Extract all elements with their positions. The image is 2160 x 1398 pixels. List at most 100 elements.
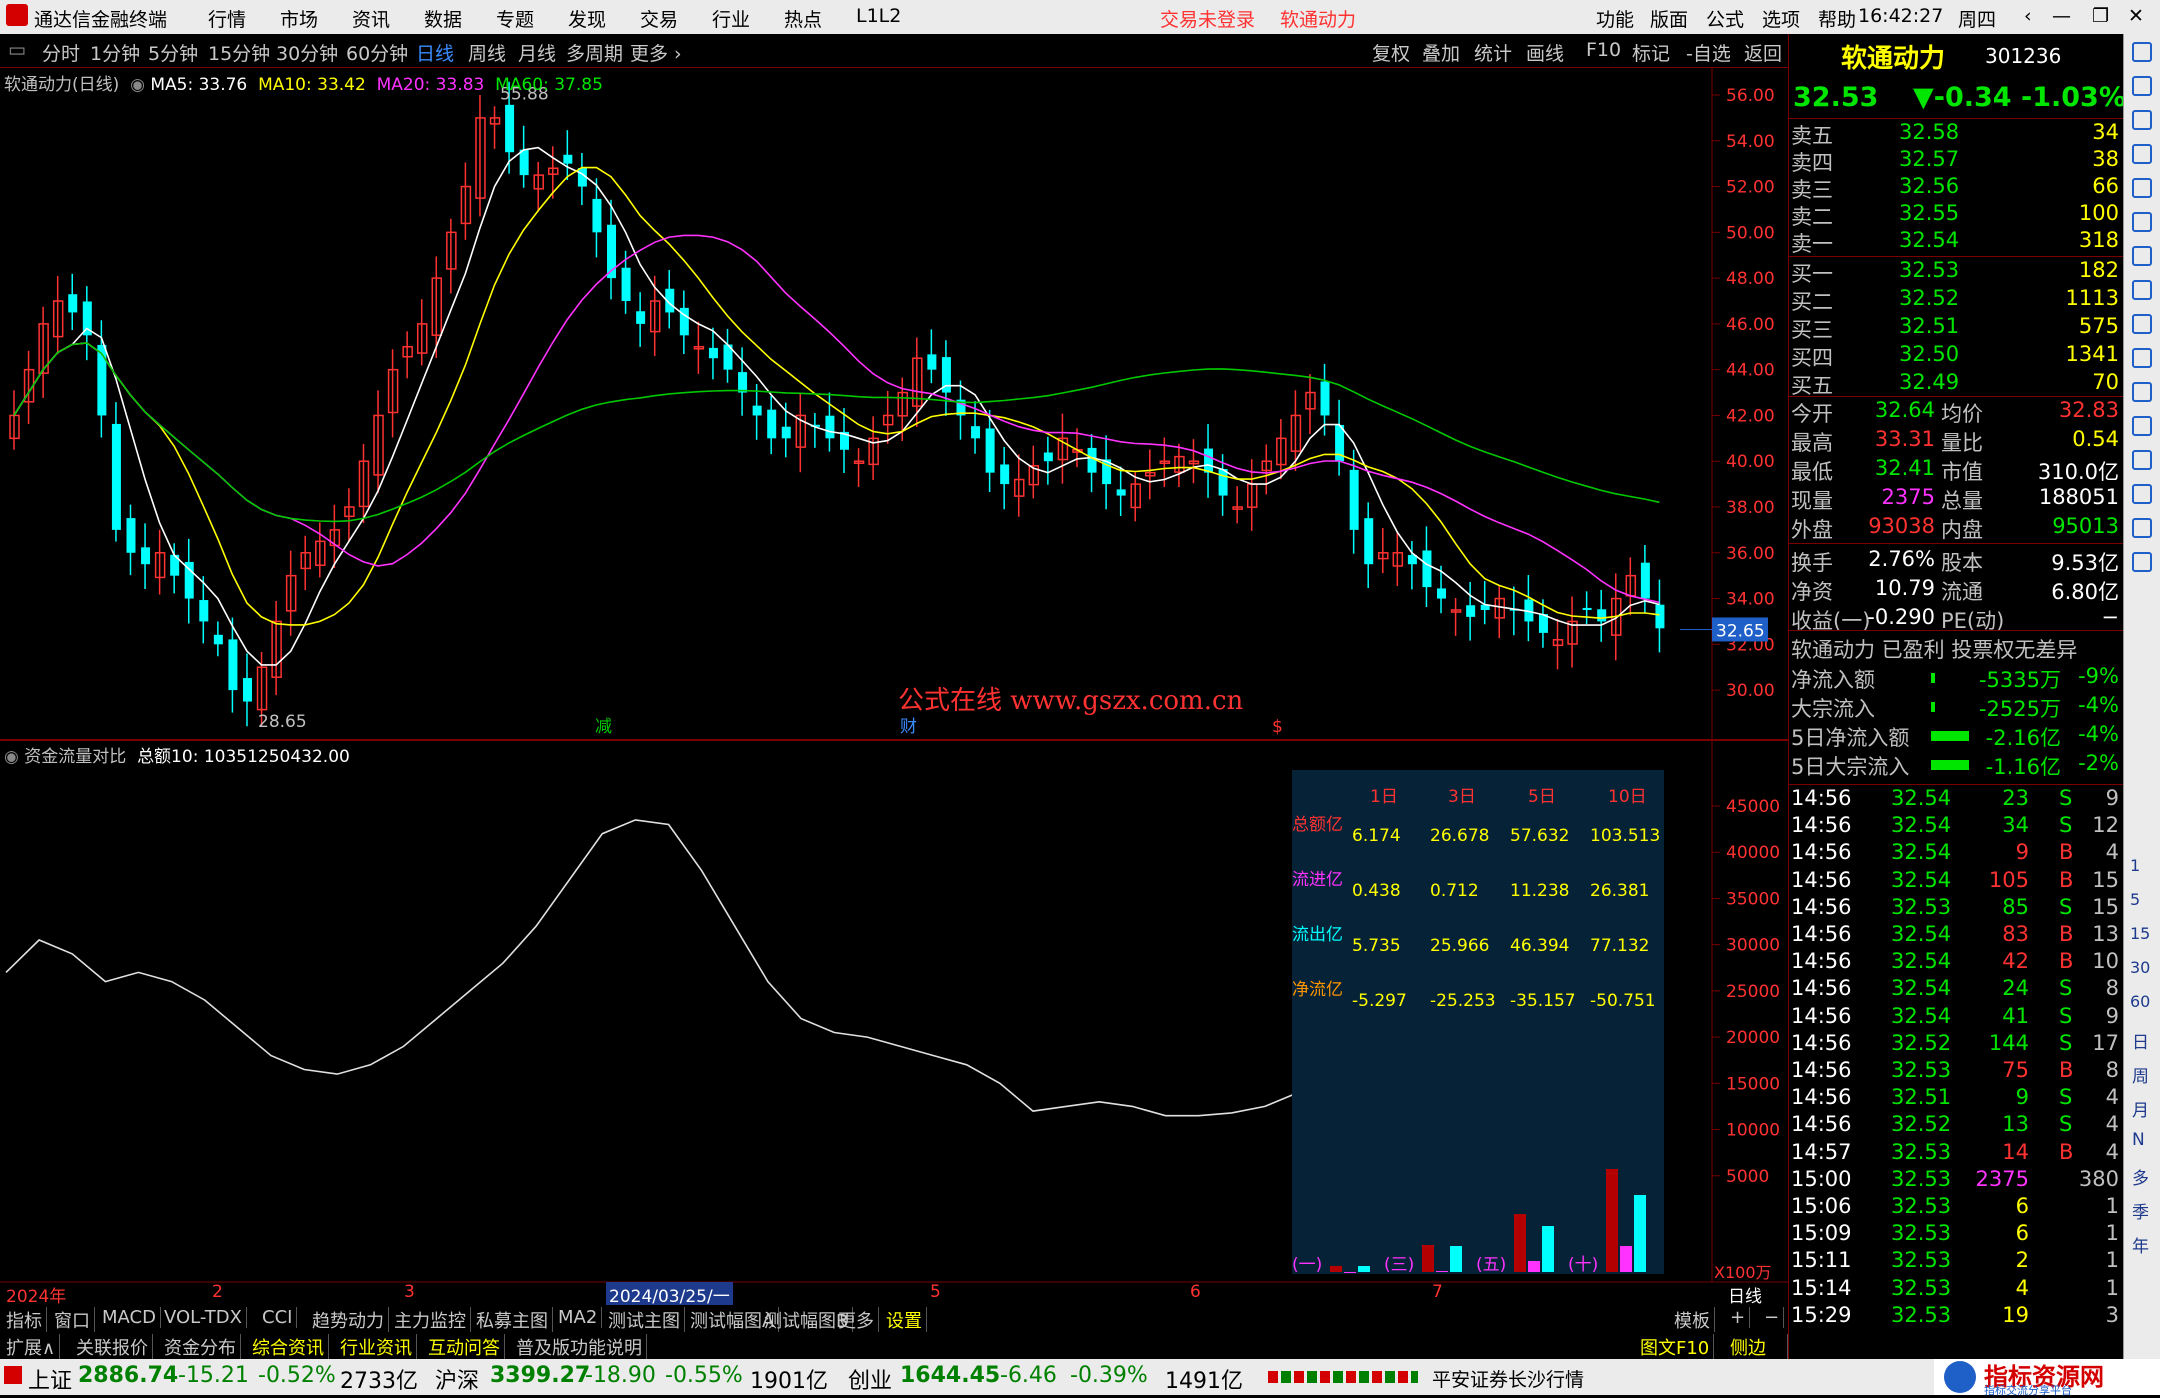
indicator-tab-6[interactable]: 主力监控 xyxy=(390,1307,471,1333)
ext-tab-6[interactable]: 普及版功能说明 xyxy=(512,1334,647,1360)
ask-price-0[interactable]: 32.58 xyxy=(1899,120,1959,144)
right-menu-4[interactable]: 帮助 xyxy=(1818,5,1856,32)
minimize-icon[interactable]: — xyxy=(2052,5,2071,27)
period-tab-6[interactable]: 日线 xyxy=(416,39,454,66)
side-tool-icon-10[interactable] xyxy=(2132,382,2152,402)
right-menu-0[interactable]: 功能 xyxy=(1596,5,1634,32)
bid-price-3[interactable]: 32.50 xyxy=(1899,342,1959,366)
indicator-tab-1[interactable]: 窗口 xyxy=(50,1307,95,1333)
side-tool-icon-9[interactable] xyxy=(2132,348,2152,368)
sz-name[interactable]: 沪深 xyxy=(435,1363,479,1395)
side-tool-icon-15[interactable] xyxy=(2132,552,2152,572)
right-menu-2[interactable]: 公式 xyxy=(1706,5,1744,32)
indicator-tab-0[interactable]: 指标 xyxy=(2,1307,47,1333)
cy-name[interactable]: 创业 xyxy=(848,1363,892,1395)
ext-tab-2[interactable]: 资金分布 xyxy=(160,1334,241,1360)
side-num-1[interactable]: 5 xyxy=(2130,890,2140,909)
ext-tab-3[interactable]: 综合资讯 xyxy=(248,1334,329,1360)
bid-price-0[interactable]: 32.53 xyxy=(1899,258,1959,282)
period-tab-10[interactable]: 更多 › xyxy=(630,39,682,66)
login-notice[interactable]: 交易未登录 xyxy=(1160,5,1255,32)
menu-8[interactable]: 热点 xyxy=(784,5,822,32)
bid-price-1[interactable]: 32.52 xyxy=(1899,286,1959,310)
menu-6[interactable]: 交易 xyxy=(640,5,678,32)
ask-price-3[interactable]: 32.55 xyxy=(1899,201,1959,225)
back-icon[interactable]: ‹ xyxy=(2024,5,2032,27)
menu-2[interactable]: 资讯 xyxy=(352,5,390,32)
ask-price-1[interactable]: 32.57 xyxy=(1899,147,1959,171)
template-tab-1[interactable]: + xyxy=(1726,1307,1750,1328)
side-num-2[interactable]: 15 xyxy=(2130,924,2150,943)
template-tab-2[interactable]: − xyxy=(1760,1307,1784,1328)
side-tool-icon-13[interactable] xyxy=(2132,484,2152,504)
restore-icon[interactable]: ❐ xyxy=(2092,5,2109,27)
layout-icon[interactable]: ▭ xyxy=(8,39,26,61)
side-period-0[interactable]: 日 xyxy=(2132,1028,2149,1053)
ext-right-tab-0[interactable]: 图文F10 xyxy=(1636,1334,1714,1360)
indicator-tab-3[interactable]: VOL-TDX xyxy=(160,1307,247,1328)
action-button-7[interactable]: 返回 xyxy=(1744,39,1782,66)
right-menu-1[interactable]: 版面 xyxy=(1650,5,1688,32)
menu-5[interactable]: 发现 xyxy=(568,5,606,32)
side-num-0[interactable]: 1 xyxy=(2130,856,2140,875)
action-button-6[interactable]: -自选 xyxy=(1686,39,1731,66)
side-tool-icon-11[interactable] xyxy=(2132,416,2152,436)
indicator-tab-7[interactable]: 私募主图 xyxy=(472,1307,553,1333)
action-button-5[interactable]: 标记 xyxy=(1632,39,1670,66)
side-tool-icon-2[interactable] xyxy=(2132,110,2152,130)
side-tool-icon-4[interactable] xyxy=(2132,178,2152,198)
menu-7[interactable]: 行业 xyxy=(712,5,750,32)
sh-name[interactable]: 上证 xyxy=(28,1363,72,1395)
side-period-3[interactable]: N xyxy=(2132,1130,2145,1150)
side-period-2[interactable]: 月 xyxy=(2132,1096,2149,1121)
ext-tab-0[interactable]: 扩展∧ xyxy=(2,1334,60,1360)
period-tab-0[interactable]: 分时 xyxy=(42,39,80,66)
bid-price-4[interactable]: 32.49 xyxy=(1899,370,1959,394)
indicator-tab-8[interactable]: MA2 xyxy=(554,1307,602,1328)
side-tool-icon-5[interactable] xyxy=(2132,212,2152,232)
menu-1[interactable]: 市场 xyxy=(280,5,318,32)
side-tool-icon-12[interactable] xyxy=(2132,450,2152,470)
action-button-2[interactable]: 统计 xyxy=(1474,39,1512,66)
template-tab-0[interactable]: 模板 xyxy=(1670,1307,1715,1333)
period-tab-1[interactable]: 1分钟 xyxy=(90,39,140,66)
indicator-tab-2[interactable]: MACD xyxy=(98,1307,161,1328)
menu-9[interactable]: L1L2 xyxy=(856,5,901,27)
side-num-4[interactable]: 60 xyxy=(2130,992,2150,1011)
action-button-1[interactable]: 叠加 xyxy=(1422,39,1460,66)
side-tool-icon-1[interactable] xyxy=(2132,76,2152,96)
settings-icon[interactable]: ◉ xyxy=(130,75,145,95)
ask-price-2[interactable]: 32.56 xyxy=(1899,174,1959,198)
period-tab-7[interactable]: 周线 xyxy=(468,39,506,66)
side-period-5[interactable]: 季 xyxy=(2132,1198,2149,1223)
side-tool-icon-7[interactable] xyxy=(2132,280,2152,300)
side-tool-icon-3[interactable] xyxy=(2132,144,2152,164)
indicator-tab-9[interactable]: 测试主图 xyxy=(604,1307,685,1333)
ext-tab-4[interactable]: 行业资讯 xyxy=(336,1334,417,1360)
indicator-tab-13[interactable]: 设置 xyxy=(882,1307,927,1333)
menu-4[interactable]: 专题 xyxy=(496,5,534,32)
period-tab-4[interactable]: 30分钟 xyxy=(276,39,338,66)
action-button-3[interactable]: 画线 xyxy=(1526,39,1564,66)
ext-tab-1[interactable]: 关联报价 xyxy=(72,1334,153,1360)
indicator-tab-5[interactable]: 趋势动力 xyxy=(308,1307,389,1333)
period-tab-3[interactable]: 15分钟 xyxy=(208,39,270,66)
period-tab-5[interactable]: 60分钟 xyxy=(346,39,408,66)
period-tab-8[interactable]: 月线 xyxy=(518,39,556,66)
side-tool-icon-6[interactable] xyxy=(2132,246,2152,266)
ext-tab-5[interactable]: 互动问答 xyxy=(424,1334,505,1360)
side-tool-icon-8[interactable] xyxy=(2132,314,2152,334)
action-button-0[interactable]: 复权 xyxy=(1372,39,1410,66)
ask-price-4[interactable]: 32.54 xyxy=(1899,228,1959,252)
menu-3[interactable]: 数据 xyxy=(424,5,462,32)
period-tab-9[interactable]: 多周期 xyxy=(566,39,623,66)
side-tool-icon-0[interactable] xyxy=(2132,42,2152,62)
side-period-4[interactable]: 多 xyxy=(2132,1164,2149,1189)
side-num-3[interactable]: 30 xyxy=(2130,958,2150,977)
indicator-tab-12[interactable]: 更多 xyxy=(834,1307,879,1333)
sub-settings-icon[interactable]: ◉ xyxy=(4,747,19,767)
menu-0[interactable]: 行情 xyxy=(208,5,246,32)
indicator-tab-4[interactable]: CCI xyxy=(258,1307,297,1328)
period-tab-2[interactable]: 5分钟 xyxy=(148,39,198,66)
right-menu-3[interactable]: 选项 xyxy=(1762,5,1800,32)
